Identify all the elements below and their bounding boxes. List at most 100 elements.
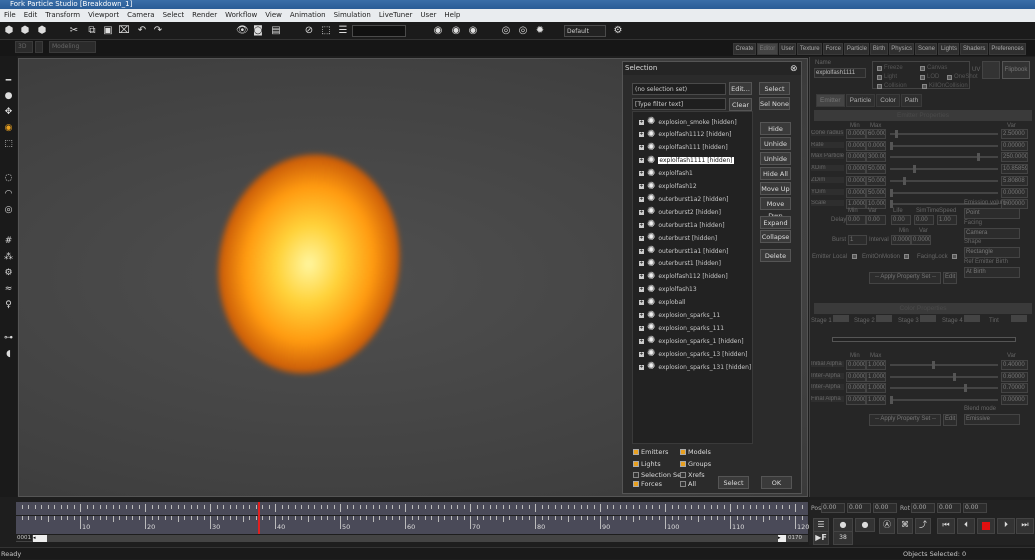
- list-item[interactable]: + ✺ explosion_sparks_111: [639, 322, 724, 334]
- expand-icon[interactable]: +: [639, 313, 644, 318]
- prop-zdim-slider-handle[interactable]: [902, 176, 906, 185]
- filter-all[interactable]: All: [680, 480, 696, 488]
- list-icon[interactable]: ☰: [813, 518, 829, 532]
- subtab-path[interactable]: Path: [900, 94, 923, 107]
- list-item[interactable]: + ✺ explolfash1112 [hidden]: [639, 129, 732, 141]
- sphere-icon[interactable]: ●: [3, 91, 14, 102]
- expand-icon[interactable]: +: [639, 338, 644, 344]
- filter-models[interactable]: Models: [680, 448, 711, 456]
- expand-icon[interactable]: +: [639, 158, 644, 164]
- prop-rate-slider-handle[interactable]: [890, 141, 893, 150]
- alpha-3-max[interactable]: 1.0000: [866, 383, 886, 393]
- expand-icon[interactable]: +: [639, 196, 644, 202]
- filter-xrefs[interactable]: Xrefs: [680, 471, 705, 479]
- flag-lod[interactable]: LOD: [920, 74, 939, 80]
- pos-z-field[interactable]: 0.00: [873, 503, 897, 513]
- rot-x-field[interactable]: 0.00: [911, 503, 935, 513]
- checkbox[interactable]: [877, 74, 882, 80]
- prop-ydim-max[interactable]: 50.000: [866, 187, 886, 198]
- expand-icon[interactable]: +: [639, 222, 644, 228]
- flipbook-button[interactable]: Flipbook: [1002, 61, 1030, 79]
- view-mode-button[interactable]: [35, 41, 43, 53]
- flag-light[interactable]: Light: [877, 74, 897, 80]
- select-region-icon[interactable]: ⬚: [320, 25, 332, 37]
- delay-min[interactable]: 0.00: [846, 215, 866, 225]
- alpha-2-var[interactable]: 0.60000: [1001, 371, 1028, 382]
- force-icon[interactable]: ⚙: [3, 268, 14, 279]
- target-icon[interactable]: ◎: [3, 205, 14, 216]
- edit-color-property-set-button[interactable]: Edit: [943, 414, 957, 426]
- apply-property-set-dropdown[interactable]: -- Apply Property Set --: [869, 272, 941, 284]
- checkbox[interactable]: [947, 74, 952, 80]
- facing-dropdown[interactable]: Camera: [964, 228, 1020, 239]
- start-frame[interactable]: 0001: [16, 535, 32, 541]
- prop-rate-max[interactable]: 0.0000: [866, 140, 886, 151]
- light-3-icon[interactable]: ◉: [467, 25, 479, 37]
- expand-icon[interactable]: +: [639, 248, 644, 254]
- expand-icon[interactable]: +: [639, 171, 644, 177]
- color-gradient-bar[interactable]: [832, 337, 1016, 342]
- edit-set-button[interactable]: Edit...: [729, 82, 752, 95]
- toolbar-input[interactable]: [352, 25, 406, 37]
- checkbox[interactable]: [920, 74, 925, 80]
- link-icon[interactable]: ━: [3, 76, 14, 87]
- checkbox[interactable]: [633, 461, 639, 467]
- prop-zdim-slider[interactable]: [890, 176, 998, 185]
- prop-rate-var[interactable]: 0.00000: [1001, 140, 1028, 151]
- alpha-1-min[interactable]: 0.0000: [846, 360, 866, 370]
- list-item[interactable]: + ✺ outerburst1a1 [hidden]: [639, 245, 728, 257]
- director-chair-icon[interactable]: ⌘: [897, 518, 913, 534]
- toggle-icon[interactable]: ⊶: [3, 333, 14, 344]
- frame-field[interactable]: 38: [833, 531, 853, 545]
- list-item[interactable]: + ✺ explolfash13: [639, 284, 697, 296]
- selection-set-dropdown[interactable]: (no selection set): [632, 83, 726, 95]
- subtab-particle[interactable]: Particle: [845, 94, 876, 107]
- prev-key-icon[interactable]: ●: [833, 518, 853, 532]
- settings-gear-icon[interactable]: ⚙: [612, 25, 624, 37]
- eye-icon[interactable]: 👁: [236, 25, 249, 37]
- flag-killoncollision[interactable]: KillOnCollision: [922, 83, 968, 89]
- menu-view[interactable]: View: [265, 9, 282, 22]
- checkbox[interactable]: [920, 65, 925, 71]
- expand-icon[interactable]: +: [639, 132, 644, 138]
- collapse-button[interactable]: Collapse: [760, 230, 791, 243]
- camera-icon[interactable]: ◙: [252, 25, 264, 37]
- menu-help[interactable]: Help: [444, 9, 460, 22]
- burst-field[interactable]: 1: [848, 235, 867, 245]
- unhide-all-button[interactable]: Unhide All: [760, 152, 791, 175]
- menu-simulation[interactable]: Simulation: [334, 9, 371, 22]
- hide-all-button[interactable]: Hide All: [760, 167, 791, 180]
- tab-particle[interactable]: Particle: [844, 43, 870, 55]
- filter-forces[interactable]: Forces: [633, 480, 662, 488]
- delay-life[interactable]: 0.00: [891, 215, 911, 225]
- flag-canvas[interactable]: Canvas: [920, 65, 947, 71]
- prop-rate-min[interactable]: 0.0000: [846, 140, 866, 151]
- checkbox[interactable]: [680, 472, 686, 478]
- end-frame[interactable]: 0170: [788, 535, 802, 541]
- clear-button[interactable]: Clear: [729, 98, 752, 111]
- tab-birth[interactable]: Birth: [870, 43, 888, 55]
- list-item[interactable]: + ✺ outerburst2 [hidden]: [639, 206, 721, 218]
- alpha-4-slider-handle[interactable]: [890, 395, 893, 404]
- expand-icon[interactable]: +: [639, 261, 644, 267]
- checkbox[interactable]: [877, 65, 882, 71]
- scroll-left-handle[interactable]: ◂: [33, 535, 47, 542]
- filter-input[interactable]: [Type filter text]: [632, 98, 726, 110]
- checkbox[interactable]: [633, 481, 639, 487]
- stage-color-swatch-5[interactable]: [1011, 315, 1027, 322]
- menu-transform[interactable]: Transform: [45, 9, 80, 22]
- list-item[interactable]: + ✺ explosion_sparks_131 [hidden]: [639, 361, 751, 373]
- last-frame-icon[interactable]: ⏭: [1016, 518, 1034, 534]
- tab-shaders[interactable]: Shaders: [960, 43, 988, 55]
- list-item[interactable]: + ✺ outerburst1 [hidden]: [639, 258, 721, 270]
- emission_volume-dropdown[interactable]: Point: [964, 208, 1020, 219]
- first-frame-icon[interactable]: ⏮: [937, 518, 955, 534]
- filter-lights[interactable]: Lights: [633, 460, 661, 468]
- stage-color-swatch-3[interactable]: [920, 315, 936, 322]
- expand-icon[interactable]: +: [639, 287, 644, 293]
- load-icon[interactable]: ⬢: [3, 25, 15, 37]
- prop-cone-radius-min[interactable]: 0.0000: [846, 129, 866, 139]
- timeline-ruler[interactable]: 10 20 30 40 50 60 70 80 90 100 110 120: [16, 516, 809, 534]
- prop-ydim-min[interactable]: 0.0000: [846, 187, 866, 198]
- prop-ydim-slider[interactable]: [890, 188, 998, 197]
